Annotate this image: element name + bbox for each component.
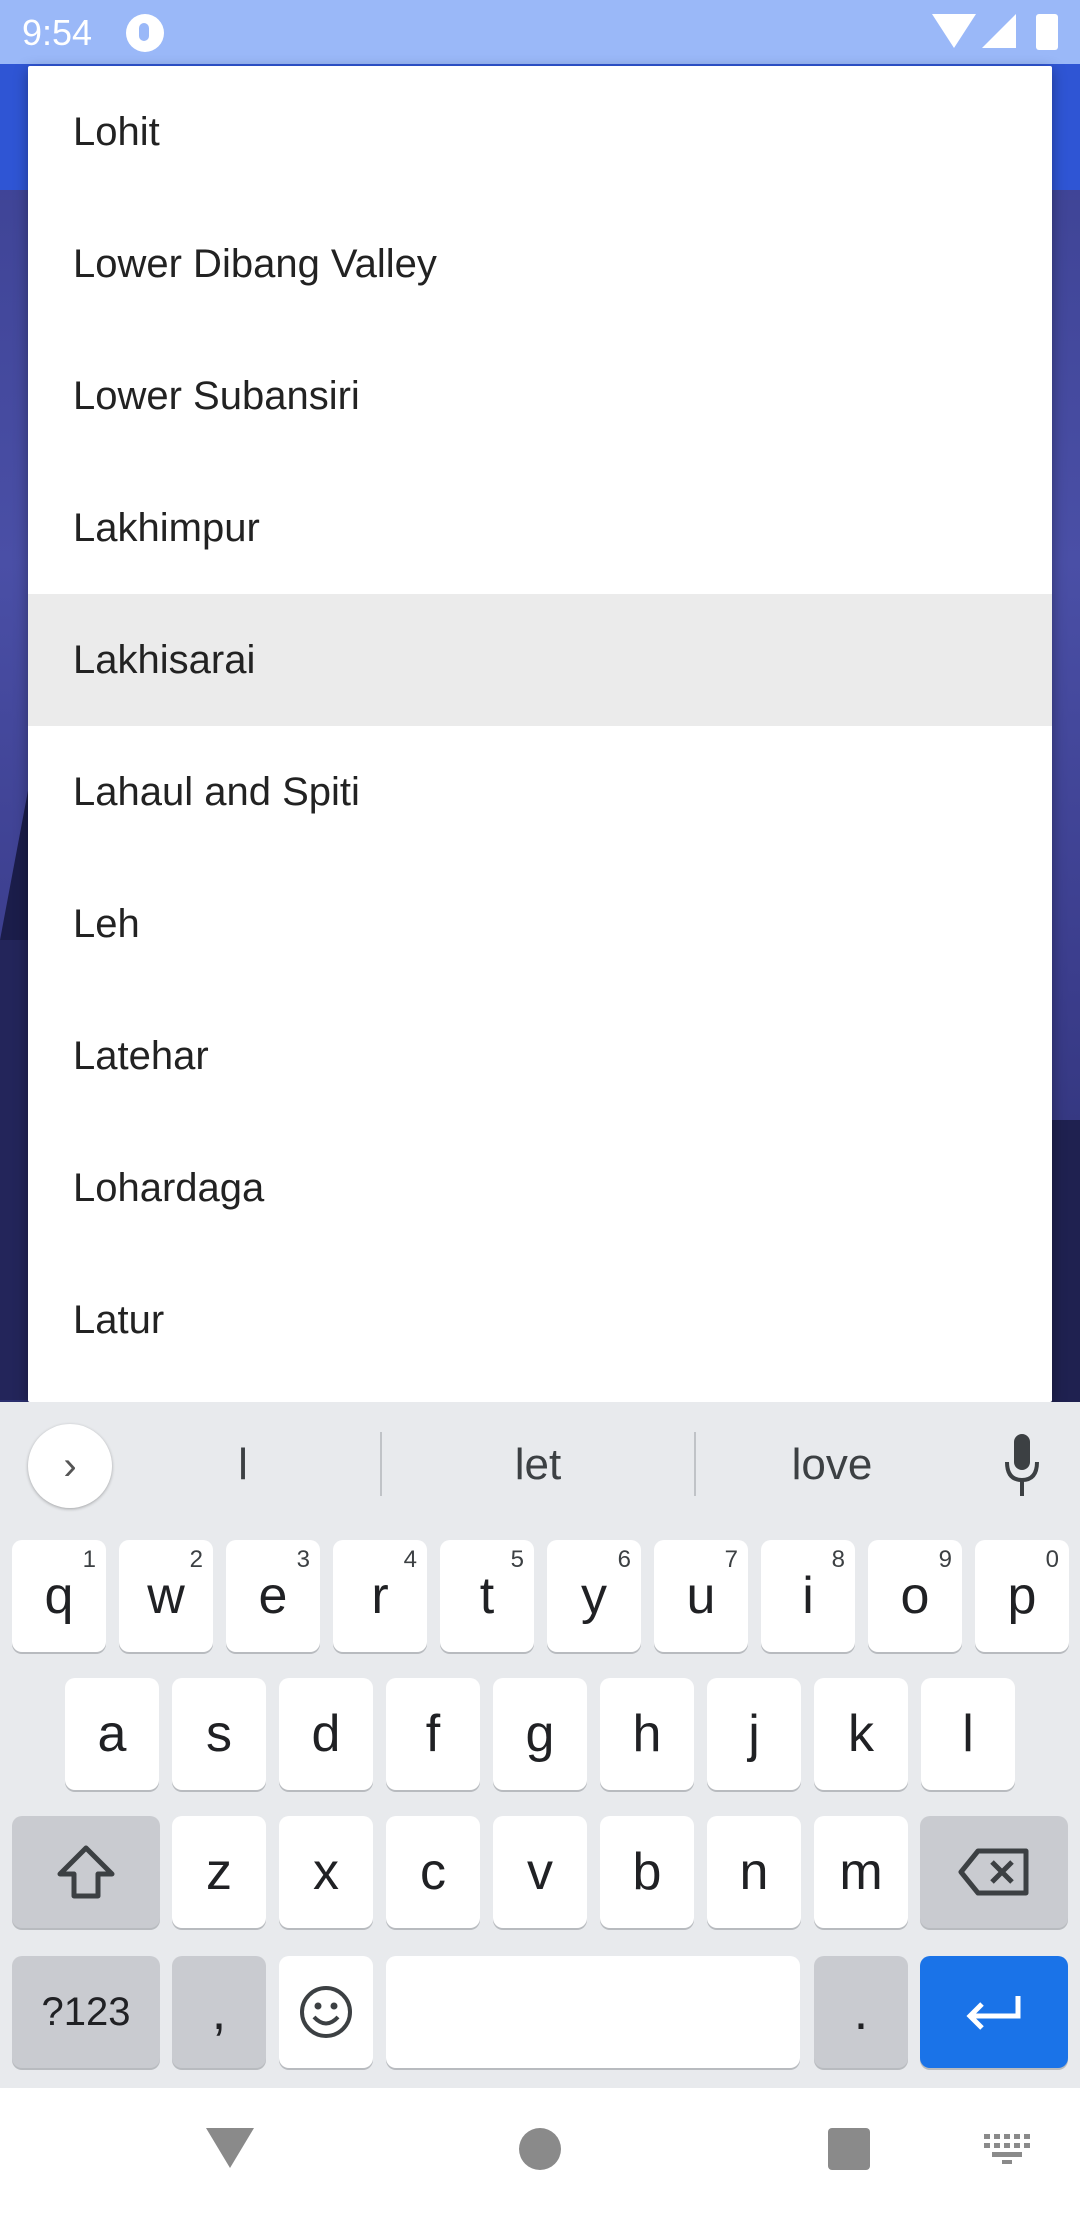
suggestion-1[interactable]: l (160, 1430, 326, 1500)
status-time: 9:54 (22, 12, 93, 53)
key-x[interactable]: x (279, 1816, 373, 1928)
navigation-bar (0, 2088, 1080, 2220)
key-v[interactable]: v (493, 1816, 587, 1928)
key-y[interactable]: y6 (547, 1540, 641, 1652)
key-g[interactable]: g (493, 1678, 587, 1790)
emoji-key[interactable] (279, 1956, 373, 2068)
key-l[interactable]: l (921, 1678, 1015, 1790)
key-d[interactable]: d (279, 1678, 373, 1790)
shift-key[interactable] (12, 1816, 160, 1928)
status-bar: 9:54 (0, 0, 1080, 64)
battery-icon (1036, 14, 1058, 50)
key-k[interactable]: k (814, 1678, 908, 1790)
cell-signal-icon (982, 14, 1016, 48)
recents-icon[interactable] (828, 2128, 870, 2170)
dropdown-item[interactable]: Leh (28, 858, 1052, 990)
key-w[interactable]: w2 (119, 1540, 213, 1652)
district-dropdown-list: Lohit Lower Dibang Valley Lower Subansir… (28, 66, 1052, 1402)
microphone-icon[interactable] (1004, 1432, 1040, 1502)
dropdown-item[interactable]: Lakhimpur (28, 462, 1052, 594)
dropdown-item[interactable]: Latehar (28, 990, 1052, 1122)
key-u[interactable]: u7 (654, 1540, 748, 1652)
key-n[interactable]: n (707, 1816, 801, 1928)
dropdown-item-highlighted[interactable]: Lakhisarai (28, 594, 1052, 726)
key-t[interactable]: t5 (440, 1540, 534, 1652)
suggestion-divider (380, 1432, 382, 1496)
key-e[interactable]: e3 (226, 1540, 320, 1652)
dropdown-item[interactable]: Lohardaga (28, 1122, 1052, 1254)
wifi-icon (932, 14, 976, 48)
key-z[interactable]: z (172, 1816, 266, 1928)
key-q[interactable]: q1 (12, 1540, 106, 1652)
key-m[interactable]: m (814, 1816, 908, 1928)
backspace-key[interactable] (920, 1816, 1068, 1928)
enter-arrow-icon (966, 1996, 1021, 2030)
key-p[interactable]: p0 (975, 1540, 1069, 1652)
backspace-icon (958, 1848, 1029, 1896)
keyboard-switch-icon[interactable] (984, 2134, 1030, 2164)
suggestion-2[interactable]: let (410, 1430, 666, 1500)
space-key[interactable] (386, 1956, 800, 2068)
suggestion-divider (694, 1432, 696, 1496)
key-r[interactable]: r4 (333, 1540, 427, 1652)
comma-key[interactable]: , (172, 1956, 266, 2068)
app-notification-icon (126, 14, 164, 52)
key-j[interactable]: j (707, 1678, 801, 1790)
period-key[interactable]: . (814, 1956, 908, 2068)
dropdown-item[interactable]: Lower Subansiri (28, 330, 1052, 462)
key-c[interactable]: c (386, 1816, 480, 1928)
key-h[interactable]: h (600, 1678, 694, 1790)
dropdown-item[interactable]: Lower Dibang Valley (28, 198, 1052, 330)
key-s[interactable]: s (172, 1678, 266, 1790)
expand-toolbar-button[interactable]: › (28, 1424, 112, 1508)
symbols-key[interactable]: ?123 (12, 1956, 160, 2068)
key-i[interactable]: i8 (761, 1540, 855, 1652)
key-a[interactable]: a (65, 1678, 159, 1790)
back-icon[interactable] (206, 2128, 254, 2168)
dropdown-item[interactable]: Lahaul and Spiti (28, 726, 1052, 858)
enter-key[interactable] (920, 1956, 1068, 2068)
suggestion-bar: › l let love (0, 1402, 1080, 1526)
dropdown-item[interactable]: Latur (28, 1254, 1052, 1386)
key-o[interactable]: o9 (868, 1540, 962, 1652)
soft-keyboard: › l let love q1 w2 e3 r4 t5 y6 u7 i8 o9 … (0, 1402, 1080, 2088)
suggestion-3[interactable]: love (720, 1430, 944, 1500)
chevron-right-icon: › (63, 1443, 77, 1488)
key-f[interactable]: f (386, 1678, 480, 1790)
emoji-icon (300, 1986, 352, 2038)
home-icon[interactable] (519, 2128, 561, 2170)
dropdown-item[interactable]: Lohit (28, 66, 1052, 198)
key-b[interactable]: b (600, 1816, 694, 1928)
shift-arrow-icon (57, 1845, 115, 1899)
